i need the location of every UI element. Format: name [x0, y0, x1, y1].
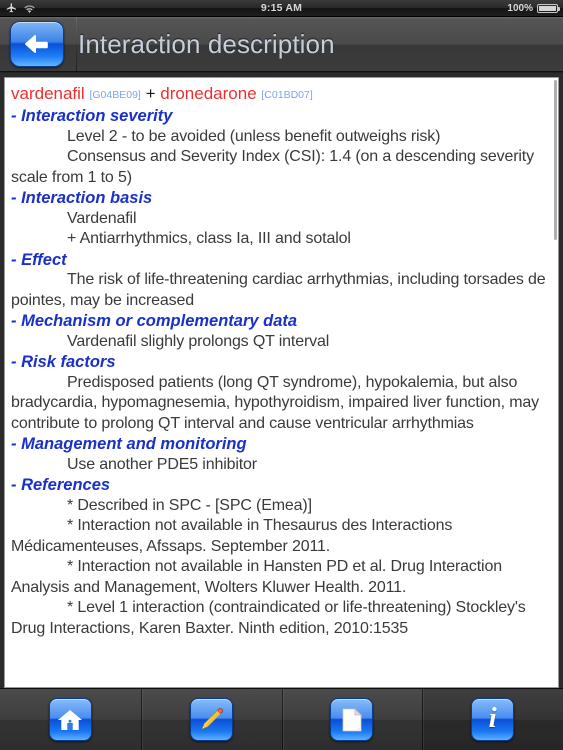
section-heading: - Mechanism or complementary data [11, 312, 298, 330]
status-bar-right: 100% [507, 2, 560, 14]
status-bar: 9:15 AM 100% [0, 0, 563, 17]
document-icon [340, 707, 364, 733]
section-heading: - Interaction basis [11, 189, 153, 207]
nav-divider [76, 17, 77, 71]
section-paragraph: * Interaction not available in Thesaurus… [11, 517, 453, 555]
section-paragraph: Consensus and Severity Index (CSI): 1.4 … [11, 148, 534, 186]
section-heading: - References [11, 476, 111, 494]
page-title: Interaction description [78, 28, 335, 59]
notes-button[interactable] [281, 689, 423, 750]
section-heading: - Management and monitoring [11, 435, 247, 453]
home-icon [57, 708, 83, 732]
section-paragraph: * Described in SPC - [SPC (Emea)] [67, 496, 312, 514]
section-heading: - Effect [11, 250, 67, 269]
scrollbar-thumb[interactable] [554, 80, 557, 240]
info-button[interactable]: i [422, 689, 563, 750]
info-icon: i [488, 702, 497, 734]
section-paragraph: Vardenafil slighly prolongs QT interval [67, 332, 330, 350]
section-paragraph: * Level 1 interaction (contraindicated o… [11, 599, 526, 637]
scrollbar-track[interactable] [554, 80, 557, 685]
section-heading: - Risk factors [11, 353, 116, 371]
section-paragraph: + Antiarrhythmics, class Ia, III and sot… [67, 230, 351, 247]
pencil-icon [198, 707, 224, 733]
battery-percent-label: 100% [507, 2, 533, 14]
drug-a-name: vardenafil [11, 84, 85, 103]
home-button[interactable] [0, 689, 141, 750]
bottom-toolbar: i [0, 688, 563, 750]
section-paragraph: Vardenafil [67, 209, 137, 227]
battery-full-icon [537, 3, 560, 13]
back-button[interactable] [10, 21, 64, 67]
interaction-description-panel[interactable]: vardenafil [G04BE09] + dronedarone [C01B… [4, 77, 559, 688]
edit-button[interactable] [140, 689, 282, 750]
section-heading: - Interaction severity [11, 107, 173, 125]
section-paragraph: The risk of life-threatening cardiac arr… [11, 271, 546, 309]
drug-a-atc-code: [G04BE09] [89, 89, 141, 101]
back-arrow-icon [22, 31, 52, 57]
interaction-sections: - Interaction severity Level 2 - to be av… [11, 106, 549, 639]
app-window: 9:15 AM 100% Interaction description var… [0, 0, 563, 750]
section-paragraph: Predisposed patients (long QT syndrome),… [11, 373, 539, 432]
drug-separator: + [145, 84, 156, 103]
content-container: vardenafil [G04BE09] + dronedarone [C01B… [0, 73, 563, 688]
drug-b-atc-code: [C01BD07] [261, 89, 313, 101]
section-paragraph: Level 2 - to be avoided (unless benefit … [67, 127, 441, 145]
navigation-bar: Interaction description [0, 17, 563, 72]
status-bar-clock: 9:15 AM [260, 2, 303, 14]
drug-pair-header: vardenafil [G04BE09] + dronedarone [C01B… [11, 84, 549, 105]
section-paragraph: * Interaction not available in Hansten P… [11, 558, 502, 596]
drug-b-name: dronedarone [160, 84, 257, 103]
section-paragraph: Use another PDE5 inhibitor [67, 455, 257, 473]
